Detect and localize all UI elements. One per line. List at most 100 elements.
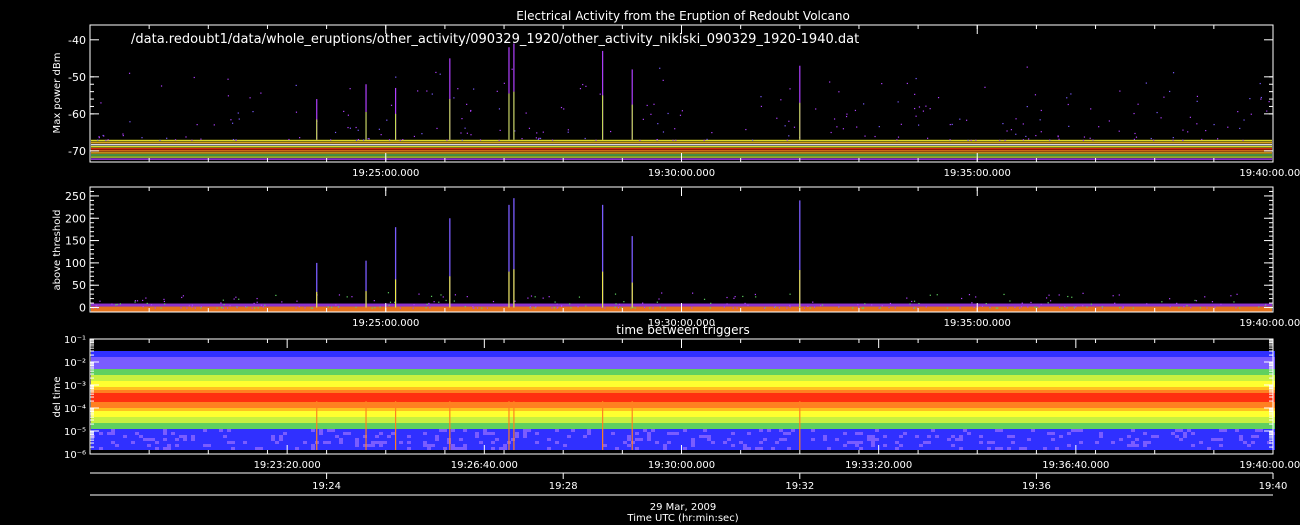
density-cell <box>471 438 475 441</box>
density-cell <box>195 441 199 444</box>
density-cell <box>263 375 267 378</box>
density-cell <box>583 375 587 378</box>
density-cell <box>367 372 371 375</box>
density-cell <box>495 426 499 429</box>
power-point <box>439 73 441 75</box>
density-cell <box>295 369 299 372</box>
density-cell <box>551 402 555 405</box>
density-cell <box>575 417 579 420</box>
threshold-point <box>1264 304 1267 306</box>
density-cell <box>247 357 251 360</box>
density-cell <box>499 351 503 354</box>
density-cell <box>435 414 439 417</box>
density-cell <box>263 396 267 399</box>
density-cell <box>351 417 355 420</box>
density-cell <box>471 363 475 366</box>
density-cell <box>235 417 239 420</box>
density-cell <box>391 366 395 369</box>
density-cell <box>323 378 327 381</box>
density-cell <box>383 426 387 429</box>
density-cell <box>431 420 435 423</box>
density-cell <box>107 363 111 366</box>
density-cell <box>287 423 291 426</box>
density-cell <box>139 420 143 423</box>
density-cell <box>243 354 247 357</box>
density-cell <box>579 375 583 378</box>
density-cell <box>299 402 303 405</box>
density-cell <box>287 366 291 369</box>
density-cell <box>103 393 107 396</box>
density-cell <box>527 423 531 426</box>
density-cell <box>479 441 483 444</box>
density-cell <box>415 405 419 408</box>
density-cell <box>523 372 527 375</box>
density-cell <box>355 396 359 399</box>
density-cell <box>423 447 427 450</box>
power-point <box>1172 136 1174 139</box>
density-cell <box>483 390 487 393</box>
density-cell <box>411 378 415 381</box>
threshold-point <box>1040 303 1042 305</box>
density-cell <box>415 369 419 372</box>
power-point <box>842 128 845 130</box>
density-cell <box>175 420 179 423</box>
threshold-point <box>615 303 617 305</box>
density-cell <box>551 384 555 387</box>
density-cell <box>455 399 459 402</box>
density-cell <box>347 420 351 423</box>
density-cell <box>571 363 575 366</box>
density-cell <box>591 372 595 375</box>
density-cell <box>307 447 311 450</box>
density-cell <box>139 366 143 369</box>
density-cell <box>371 387 375 390</box>
density-cell <box>151 447 155 450</box>
power-point <box>435 71 437 74</box>
density-cell <box>475 351 479 354</box>
density-cell <box>203 369 207 372</box>
density-cell <box>215 435 219 438</box>
density-cell <box>159 360 163 363</box>
density-cell <box>547 441 551 444</box>
density-cell <box>487 369 491 372</box>
baseline-band-line <box>91 150 1272 152</box>
density-cell <box>239 372 243 375</box>
density-cell <box>167 417 171 420</box>
density-cell <box>191 393 195 396</box>
density-cell <box>495 417 499 420</box>
density-cell <box>291 366 295 369</box>
density-cell <box>243 375 247 378</box>
density-cell <box>359 426 363 429</box>
power-point <box>951 123 953 126</box>
density-cell <box>147 435 151 438</box>
threshold-point <box>466 296 468 298</box>
density-cell <box>123 372 127 375</box>
density-cell <box>299 390 303 393</box>
density-cell <box>567 396 571 399</box>
density-cell <box>295 378 299 381</box>
density-cell <box>359 432 363 435</box>
density-cell <box>287 354 291 357</box>
density-cell <box>527 378 531 381</box>
density-cell <box>535 381 539 384</box>
density-cell <box>543 357 547 360</box>
density-cell <box>283 369 287 372</box>
density-cell <box>415 408 419 411</box>
density-cell <box>311 381 315 384</box>
density-cell <box>319 390 323 393</box>
density-cell <box>227 426 231 429</box>
density-cell <box>551 438 555 441</box>
density-cell <box>555 372 559 375</box>
density-cell <box>207 402 211 405</box>
density-cell <box>171 426 175 429</box>
density-cell <box>107 408 111 411</box>
power-point <box>461 118 463 120</box>
density-cell <box>543 369 547 372</box>
density-cell <box>223 399 227 402</box>
density-cell <box>583 357 587 360</box>
density-cell <box>391 369 395 372</box>
density-cell <box>151 396 155 399</box>
density-cell <box>579 363 583 366</box>
density-cell <box>159 429 163 432</box>
density-cell <box>547 366 551 369</box>
density-cell <box>291 378 295 381</box>
